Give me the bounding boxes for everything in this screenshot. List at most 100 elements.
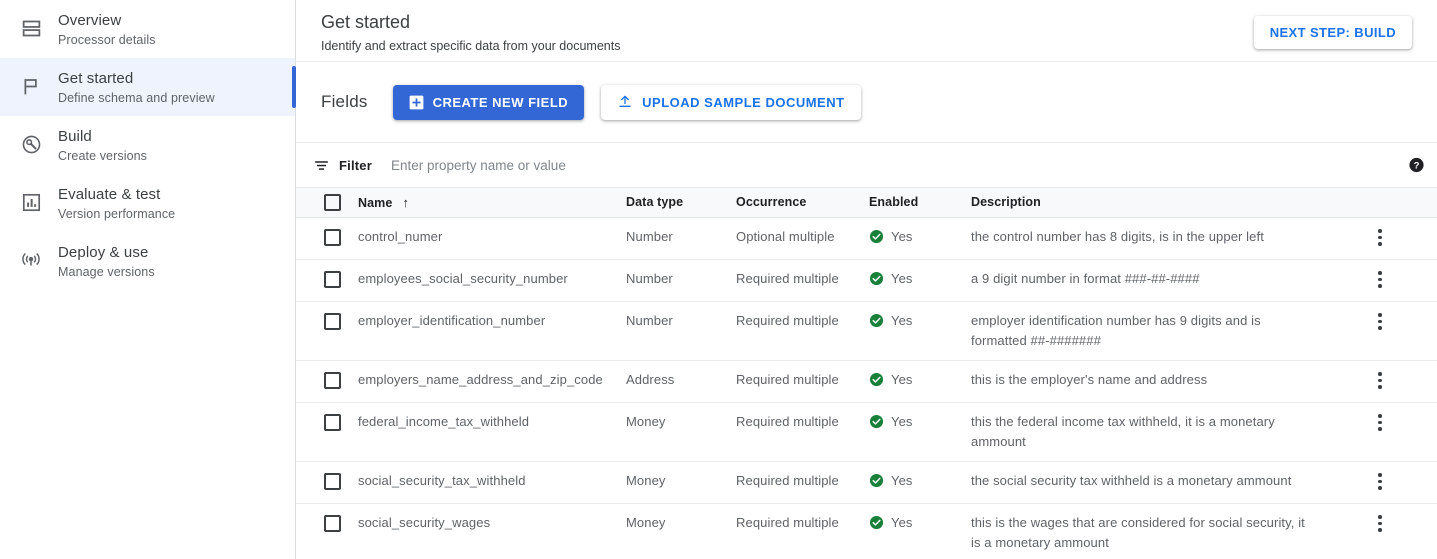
table-row[interactable]: social_security_tax_withheldMoneyRequire… bbox=[296, 461, 1437, 503]
row-enabled-cell: Yes bbox=[869, 301, 971, 360]
sort-ascending-icon: ↑ bbox=[402, 195, 409, 210]
sidebar-item-title: Build bbox=[58, 127, 147, 147]
sidebar-item-deploy-use[interactable]: Deploy & use Manage versions bbox=[0, 232, 295, 290]
row-description: the social security tax withheld is a mo… bbox=[971, 461, 1323, 503]
row-name: control_numer bbox=[358, 217, 626, 259]
sidebar-item-build[interactable]: Build Create versions bbox=[0, 116, 295, 174]
row-name: employer_identification_number bbox=[358, 301, 626, 360]
row-enabled-label: Yes bbox=[891, 311, 913, 331]
sidebar-item-subtitle: Processor details bbox=[58, 32, 156, 49]
upload-sample-document-label: UPLOAD SAMPLE DOCUMENT bbox=[642, 95, 844, 110]
help-icon[interactable]: ? bbox=[1408, 157, 1425, 174]
sidebar-item-get-started[interactable]: Get started Define schema and preview bbox=[0, 58, 295, 116]
filter-input[interactable] bbox=[389, 157, 809, 174]
select-all-checkbox[interactable] bbox=[324, 194, 341, 211]
column-header-name[interactable]: Name↑ bbox=[358, 188, 626, 217]
row-actions-cell bbox=[1323, 461, 1437, 503]
main-content: Get started Identify and extract specifi… bbox=[296, 0, 1437, 559]
table-row[interactable]: social_security_wagesMoneyRequired multi… bbox=[296, 503, 1437, 559]
row-checkbox[interactable] bbox=[324, 229, 341, 246]
row-description: employer identification number has 9 dig… bbox=[971, 301, 1323, 360]
row-checkbox[interactable] bbox=[324, 473, 341, 490]
row-occurrence: Required multiple bbox=[736, 503, 869, 559]
row-checkbox[interactable] bbox=[324, 313, 341, 330]
row-checkbox[interactable] bbox=[324, 372, 341, 389]
table-row[interactable]: employer_identification_numberNumberRequ… bbox=[296, 301, 1437, 360]
sidebar-item-subtitle: Manage versions bbox=[58, 264, 155, 281]
row-checkbox[interactable] bbox=[324, 271, 341, 288]
column-header-actions bbox=[1323, 188, 1437, 217]
row-more-options-button[interactable] bbox=[1323, 370, 1437, 391]
sidebar-item-overview[interactable]: Overview Processor details bbox=[0, 0, 295, 58]
table-header-row: Name↑ Data type Occurrence Enabled Descr… bbox=[296, 188, 1437, 217]
row-occurrence: Optional multiple bbox=[736, 217, 869, 259]
row-name: employees_social_security_number bbox=[358, 259, 626, 301]
wrench-icon bbox=[16, 129, 46, 159]
bar-chart-icon bbox=[16, 187, 46, 217]
page-subtitle: Identify and extract specific data from … bbox=[321, 37, 1413, 55]
overview-icon bbox=[16, 13, 46, 43]
row-enabled-cell: Yes bbox=[869, 402, 971, 461]
row-description: a 9 digit number in format ###-##-#### bbox=[971, 259, 1323, 301]
column-header-data-type[interactable]: Data type bbox=[626, 188, 736, 217]
row-actions-cell bbox=[1323, 259, 1437, 301]
filter-bar: Filter ? bbox=[296, 143, 1437, 188]
row-enabled-label: Yes bbox=[891, 370, 913, 390]
row-select-cell bbox=[296, 360, 358, 402]
row-data-type: Money bbox=[626, 402, 736, 461]
app-root: Overview Processor details Get started D… bbox=[0, 0, 1437, 559]
create-new-field-button[interactable]: CREATE NEW FIELD bbox=[393, 85, 585, 120]
sidebar-item-evaluate-test[interactable]: Evaluate & test Version performance bbox=[0, 174, 295, 232]
table-head: Name↑ Data type Occurrence Enabled Descr… bbox=[296, 188, 1437, 217]
sidebar-item-subtitle: Define schema and preview bbox=[58, 90, 215, 107]
row-more-options-button[interactable] bbox=[1323, 513, 1437, 534]
sidebar: Overview Processor details Get started D… bbox=[0, 0, 296, 559]
check-circle-icon bbox=[869, 372, 884, 393]
row-enabled-label: Yes bbox=[891, 513, 913, 533]
table-row[interactable]: employees_social_security_numberNumberRe… bbox=[296, 259, 1437, 301]
row-checkbox[interactable] bbox=[324, 515, 341, 532]
sidebar-item-subtitle: Create versions bbox=[58, 148, 147, 165]
broadcast-icon bbox=[16, 245, 46, 275]
row-data-type: Address bbox=[626, 360, 736, 402]
upload-sample-document-button[interactable]: UPLOAD SAMPLE DOCUMENT bbox=[601, 85, 860, 120]
table-row[interactable]: employers_name_address_and_zip_codeAddre… bbox=[296, 360, 1437, 402]
sidebar-item-title: Get started bbox=[58, 69, 215, 89]
create-new-field-label: CREATE NEW FIELD bbox=[433, 95, 569, 110]
plus-icon bbox=[409, 95, 424, 110]
row-data-type: Number bbox=[626, 301, 736, 360]
row-more-options-button[interactable] bbox=[1323, 471, 1437, 492]
row-more-options-button[interactable] bbox=[1323, 412, 1437, 433]
row-description: the control number has 8 digits, is in t… bbox=[971, 217, 1323, 259]
row-occurrence: Required multiple bbox=[736, 259, 869, 301]
row-enabled-label: Yes bbox=[891, 471, 913, 491]
check-circle-icon bbox=[869, 515, 884, 536]
row-more-options-button[interactable] bbox=[1323, 269, 1437, 290]
row-actions-cell bbox=[1323, 217, 1437, 259]
filter-icon[interactable] bbox=[313, 157, 330, 174]
column-header-occurrence[interactable]: Occurrence bbox=[736, 188, 869, 217]
row-select-cell bbox=[296, 402, 358, 461]
row-more-options-button[interactable] bbox=[1323, 227, 1437, 248]
column-header-description[interactable]: Description bbox=[971, 188, 1323, 217]
table-row[interactable]: federal_income_tax_withheldMoneyRequired… bbox=[296, 402, 1437, 461]
upload-icon bbox=[617, 94, 633, 110]
column-header-enabled[interactable]: Enabled bbox=[869, 188, 971, 217]
row-data-type: Number bbox=[626, 259, 736, 301]
row-occurrence: Required multiple bbox=[736, 360, 869, 402]
row-enabled-label: Yes bbox=[891, 227, 913, 247]
row-actions-cell bbox=[1323, 360, 1437, 402]
sidebar-item-title: Deploy & use bbox=[58, 243, 155, 263]
row-name: employers_name_address_and_zip_code bbox=[358, 360, 626, 402]
next-step-build-button[interactable]: NEXT STEP: BUILD bbox=[1254, 16, 1412, 49]
row-enabled-cell: Yes bbox=[869, 461, 971, 503]
sidebar-item-title: Overview bbox=[58, 11, 156, 31]
row-actions-cell bbox=[1323, 301, 1437, 360]
row-checkbox[interactable] bbox=[324, 414, 341, 431]
row-more-options-button[interactable] bbox=[1323, 311, 1437, 332]
check-circle-icon bbox=[869, 229, 884, 250]
row-occurrence: Required multiple bbox=[736, 402, 869, 461]
table-row[interactable]: control_numerNumberOptional multipleYest… bbox=[296, 217, 1437, 259]
row-name: federal_income_tax_withheld bbox=[358, 402, 626, 461]
row-enabled-cell: Yes bbox=[869, 259, 971, 301]
